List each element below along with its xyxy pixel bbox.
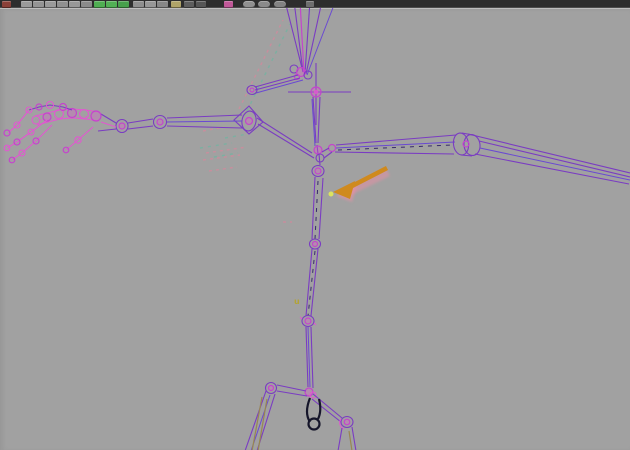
toolbar-icon-pink[interactable] [224,1,233,8]
skeleton-wireframe: u [3,1,630,450]
u-mark: u [294,297,300,306]
toolbar-icon-gray-9[interactable] [157,1,168,8]
toolbar-icon-green-1[interactable] [94,1,105,8]
yellow-dot-marker [328,191,334,197]
toolbar-icon-dim-2[interactable] [196,1,206,8]
skeleton-pelvis-legs [244,381,357,450]
skeleton-left-arm [97,105,264,135]
skeleton-head-neck [246,1,351,147]
toolbar [0,0,630,8]
annotation-arrow [333,165,390,202]
toolbar-icon-gray-5[interactable] [69,1,80,8]
toolbar-icon-round-3[interactable] [274,1,286,8]
toolbar-icon-round-2[interactable] [258,1,270,8]
toolbar-icon-gray-7[interactable] [133,1,144,8]
skeleton-chest [256,117,337,178]
skeleton-left-hand [3,100,102,164]
application-window: u persp [0,0,630,450]
toolbar-icon-dim-1[interactable] [184,1,194,8]
toolbar-icon-gray-8[interactable] [145,1,156,8]
toolbar-icon-gray-3[interactable] [45,1,56,8]
viewport-3d[interactable]: u persp [0,1,630,450]
toolbar-icon-red[interactable] [2,1,11,8]
toolbar-icon-gray-2[interactable] [33,1,44,8]
skeleton-spine [299,176,324,389]
toolbar-icon-gray-4[interactable] [57,1,68,8]
toolbar-icon-green-2[interactable] [106,1,117,8]
toolbar-icon-round-1[interactable] [243,1,255,8]
toolbar-icon-dim-3[interactable] [306,1,314,8]
toolbar-icon-gray-6[interactable] [81,1,92,8]
toolbar-icon-yellow[interactable] [171,1,181,8]
toolbar-icon-gray-1[interactable] [21,1,32,8]
toolbar-icon-green-3[interactable] [118,1,129,8]
